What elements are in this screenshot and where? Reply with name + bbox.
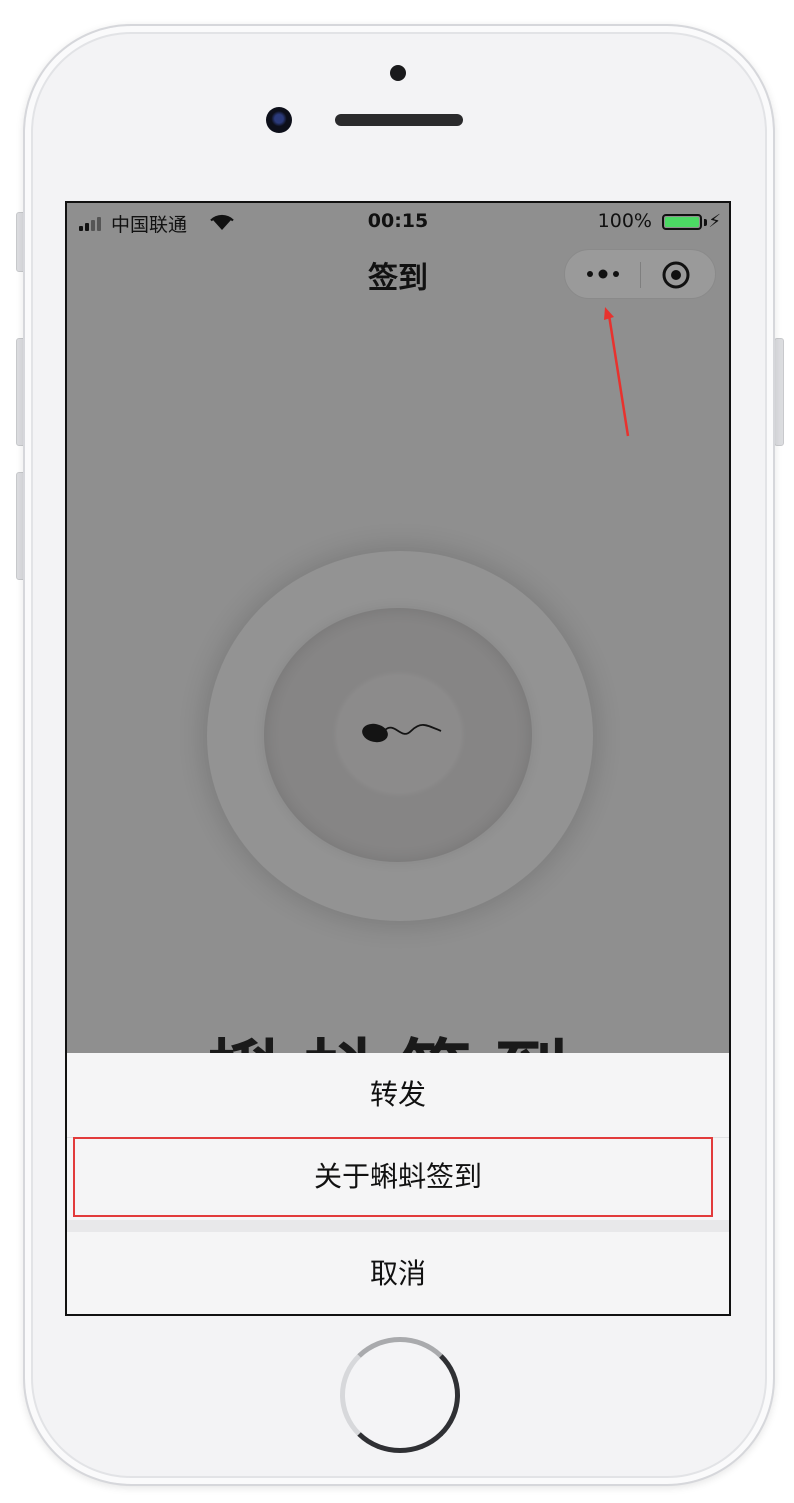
action-forward[interactable]: 转发 — [67, 1053, 729, 1138]
proximity-sensor — [390, 65, 406, 81]
action-sheet: 转发 关于蝌蚪签到 取消 — [67, 1053, 729, 1314]
status-bar: 中国联通 00:15 100% ⚡︎ — [67, 203, 729, 241]
target-icon[interactable] — [661, 260, 691, 290]
action-cancel[interactable]: 取消 — [67, 1232, 729, 1314]
front-camera-icon — [266, 107, 292, 133]
nav-bar: 签到 — [67, 241, 729, 303]
more-icon[interactable] — [583, 264, 623, 284]
tadpole-icon — [362, 723, 442, 743]
page: 中国联通 00:15 100% ⚡︎ 签到 转发 关于蝌蚪签到 取消 — [0, 0, 794, 1503]
menu-capsule — [564, 249, 716, 299]
battery-cap — [704, 219, 707, 226]
phone-screen: 中国联通 00:15 100% ⚡︎ 签到 转发 关于蝌蚪签到 取消 — [65, 201, 731, 1316]
earpiece-speaker — [335, 114, 463, 126]
power-button — [774, 338, 784, 446]
capsule-divider — [640, 262, 641, 288]
battery-percent: 100% — [597, 210, 652, 232]
sheet-divider — [67, 1220, 729, 1232]
bolt-icon: ⚡︎ — [708, 211, 721, 232]
battery-icon — [662, 214, 702, 230]
home-button[interactable] — [340, 1337, 460, 1453]
action-about[interactable]: 关于蝌蚪签到 — [67, 1138, 729, 1220]
